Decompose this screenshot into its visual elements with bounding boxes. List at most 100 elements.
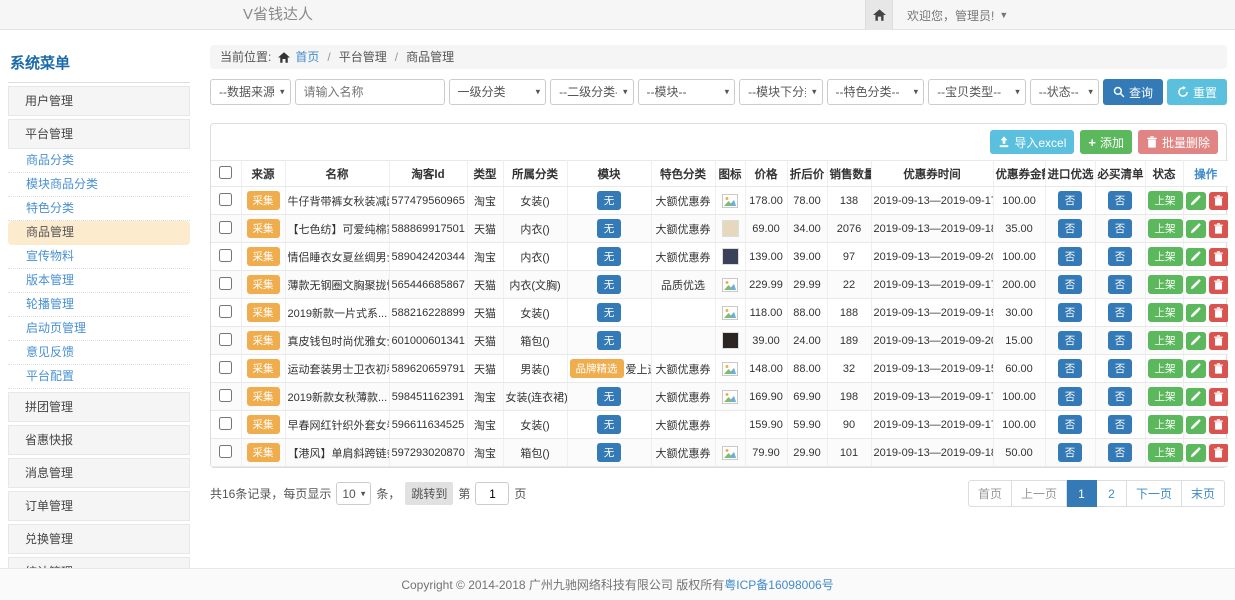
sidebar-item-goods-category[interactable]: 商品分类 <box>8 149 190 173</box>
reset-button[interactable]: 重置 <box>1167 79 1227 105</box>
user-menu[interactable]: 欢迎您，管理员! ▼ <box>907 0 1008 30</box>
status-button[interactable]: 上架 <box>1148 359 1183 378</box>
module-subcategory-select[interactable]: --模块下分类-- <box>739 79 822 105</box>
delete-button[interactable] <box>1209 248 1229 266</box>
edit-button[interactable] <box>1186 276 1206 294</box>
imported-toggle-button[interactable]: 否 <box>1058 443 1083 462</box>
delete-button[interactable] <box>1209 192 1229 210</box>
item-type-select[interactable]: --宝贝类型-- <box>928 79 1026 105</box>
status-button[interactable]: 上架 <box>1148 247 1183 266</box>
must-buy-toggle-button[interactable]: 否 <box>1108 303 1133 322</box>
edit-button[interactable] <box>1186 248 1206 266</box>
must-buy-toggle-button[interactable]: 否 <box>1108 443 1133 462</box>
must-buy-toggle-button[interactable]: 否 <box>1108 387 1133 406</box>
page-number-input[interactable] <box>475 482 509 505</box>
row-checkbox[interactable] <box>219 361 232 374</box>
status-button[interactable]: 上架 <box>1148 331 1183 350</box>
icp-link[interactable]: 粤ICP备16098006号 <box>724 576 833 593</box>
sidebar-item-splash-page[interactable]: 启动页管理 <box>8 317 190 341</box>
must-buy-toggle-button[interactable]: 否 <box>1108 415 1133 434</box>
status-button[interactable]: 上架 <box>1148 303 1183 322</box>
edit-button[interactable] <box>1186 416 1206 434</box>
status-button[interactable]: 上架 <box>1148 415 1183 434</box>
level2-category-select[interactable]: --二级分类-- <box>550 79 633 105</box>
home-button[interactable] <box>865 0 893 30</box>
add-button[interactable]: + 添加 <box>1080 130 1132 154</box>
sidebar-item-module-goods-category[interactable]: 模块商品分类 <box>8 173 190 197</box>
jump-button[interactable]: 跳转到 <box>405 482 453 505</box>
edit-button[interactable] <box>1186 360 1206 378</box>
imported-toggle-button[interactable]: 否 <box>1058 247 1083 266</box>
status-button[interactable]: 上架 <box>1148 387 1183 406</box>
must-buy-toggle-button[interactable]: 否 <box>1108 191 1133 210</box>
pager-page-2-button[interactable]: 2 <box>1097 480 1127 507</box>
status-button[interactable]: 上架 <box>1148 191 1183 210</box>
row-checkbox[interactable] <box>219 305 232 318</box>
sidebar-item-saving-express[interactable]: 省惠快报 <box>8 425 190 455</box>
edit-button[interactable] <box>1186 444 1206 462</box>
sidebar-item-users[interactable]: 用户管理 <box>8 86 190 116</box>
level1-category-select[interactable]: 一级分类 <box>449 79 547 105</box>
search-button[interactable]: 查询 <box>1103 79 1163 105</box>
edit-button[interactable] <box>1186 388 1206 406</box>
status-button[interactable]: 上架 <box>1148 443 1183 462</box>
delete-button[interactable] <box>1209 388 1229 406</box>
imported-toggle-button[interactable]: 否 <box>1058 303 1083 322</box>
status-button[interactable]: 上架 <box>1148 219 1183 238</box>
status-select[interactable]: --状态-- <box>1030 79 1099 105</box>
row-checkbox[interactable] <box>219 221 232 234</box>
delete-button[interactable] <box>1209 444 1229 462</box>
sidebar-item-group-buy[interactable]: 拼团管理 <box>8 392 190 422</box>
sidebar-item-platform-config[interactable]: 平台配置 <box>8 365 190 389</box>
breadcrumb-home-link[interactable]: 首页 <box>295 45 319 69</box>
delete-button[interactable] <box>1209 304 1229 322</box>
edit-button[interactable] <box>1186 304 1206 322</box>
delete-button[interactable] <box>1209 416 1229 434</box>
imported-toggle-button[interactable]: 否 <box>1058 275 1083 294</box>
imported-toggle-button[interactable]: 否 <box>1058 219 1083 238</box>
feature-category-select[interactable]: --特色分类-- <box>827 79 925 105</box>
row-checkbox[interactable] <box>219 417 232 430</box>
sidebar-item-goods-management[interactable]: 商品管理 <box>8 221 190 245</box>
batch-delete-button[interactable]: 批量删除 <box>1138 130 1218 154</box>
sidebar-item-orders[interactable]: 订单管理 <box>8 491 190 521</box>
must-buy-toggle-button[interactable]: 否 <box>1108 331 1133 350</box>
row-checkbox[interactable] <box>219 277 232 290</box>
must-buy-toggle-button[interactable]: 否 <box>1108 275 1133 294</box>
pager-last-button[interactable]: 末页 <box>1182 480 1225 507</box>
select-all-checkbox[interactable] <box>219 166 232 179</box>
sidebar-item-platform[interactable]: 平台管理 <box>8 119 190 149</box>
row-checkbox[interactable] <box>219 249 232 262</box>
delete-button[interactable] <box>1209 332 1229 350</box>
row-checkbox[interactable] <box>219 193 232 206</box>
import-excel-button[interactable]: 导入excel <box>990 130 1074 154</box>
must-buy-toggle-button[interactable]: 否 <box>1108 219 1133 238</box>
row-checkbox[interactable] <box>219 389 232 402</box>
per-page-select[interactable]: 10 <box>336 482 371 505</box>
pager-page-1-button[interactable]: 1 <box>1067 480 1097 507</box>
edit-button[interactable] <box>1186 220 1206 238</box>
edit-button[interactable] <box>1186 192 1206 210</box>
imported-toggle-button[interactable]: 否 <box>1058 191 1083 210</box>
imported-toggle-button[interactable]: 否 <box>1058 415 1083 434</box>
data-source-select[interactable]: --数据来源-- <box>210 79 291 105</box>
imported-toggle-button[interactable]: 否 <box>1058 331 1083 350</box>
pager-prev-button[interactable]: 上一页 <box>1012 480 1067 507</box>
sidebar-item-messages[interactable]: 消息管理 <box>8 458 190 488</box>
sidebar-item-promo-materials[interactable]: 宣传物料 <box>8 245 190 269</box>
row-checkbox[interactable] <box>219 333 232 346</box>
row-checkbox[interactable] <box>219 445 232 458</box>
imported-toggle-button[interactable]: 否 <box>1058 387 1083 406</box>
status-button[interactable]: 上架 <box>1148 275 1183 294</box>
edit-button[interactable] <box>1186 332 1206 350</box>
pager-next-button[interactable]: 下一页 <box>1127 480 1182 507</box>
must-buy-toggle-button[interactable]: 否 <box>1108 359 1133 378</box>
sidebar-item-version[interactable]: 版本管理 <box>8 269 190 293</box>
must-buy-toggle-button[interactable]: 否 <box>1108 247 1133 266</box>
sidebar-item-exchange[interactable]: 兑换管理 <box>8 524 190 554</box>
imported-toggle-button[interactable]: 否 <box>1058 359 1083 378</box>
sidebar-item-feature-category[interactable]: 特色分类 <box>8 197 190 221</box>
module-select[interactable]: --模块-- <box>638 79 736 105</box>
delete-button[interactable] <box>1209 220 1229 238</box>
delete-button[interactable] <box>1209 276 1229 294</box>
